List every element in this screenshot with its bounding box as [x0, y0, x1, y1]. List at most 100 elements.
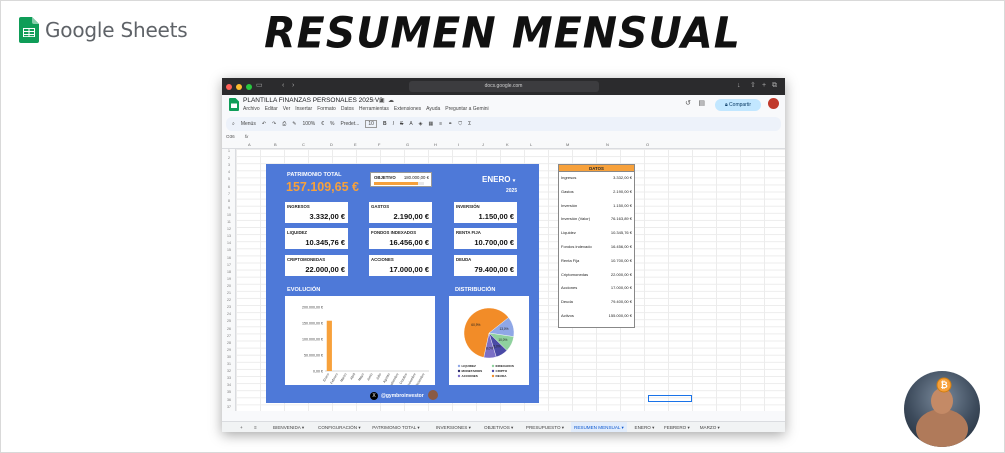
column-header[interactable]: G: [406, 141, 409, 149]
row-header[interactable]: 34: [222, 383, 236, 387]
row-header[interactable]: 32: [222, 369, 236, 373]
print-icon[interactable]: ⎙: [282, 121, 286, 127]
column-header[interactable]: E: [354, 141, 357, 149]
menu-item[interactable]: Extensiones: [394, 106, 421, 112]
percent-format-button[interactable]: %: [330, 121, 334, 127]
row-header[interactable]: 33: [222, 376, 236, 380]
column-header[interactable]: H: [434, 141, 437, 149]
close-window-icon[interactable]: [226, 83, 232, 90]
column-header[interactable]: I: [458, 141, 459, 149]
share-button[interactable]: 🔒︎ Compartir: [715, 99, 761, 111]
undo-icon[interactable]: ↶: [262, 121, 266, 127]
italic-icon[interactable]: I: [393, 121, 394, 127]
align-icon[interactable]: ≡: [439, 121, 442, 127]
maximize-window-icon[interactable]: [246, 83, 252, 90]
row-header[interactable]: 36: [222, 398, 236, 402]
row-header[interactable]: 6: [222, 185, 236, 189]
search-menus-icon[interactable]: ⌕: [232, 121, 235, 127]
sheet-tab[interactable]: PRESUPUESTO ▾: [523, 422, 567, 432]
menu-item[interactable]: Archivo: [243, 106, 260, 112]
menu-item[interactable]: Herramientas: [359, 106, 389, 112]
column-header[interactable]: F: [378, 141, 380, 149]
minimize-window-icon[interactable]: [236, 83, 242, 90]
sheet-tab[interactable]: BIENVENIDA ▾: [270, 422, 307, 432]
row-header[interactable]: 7: [222, 192, 236, 196]
sheet-tab[interactable]: PATRIMONIO TOTAL ▾: [369, 422, 422, 432]
redo-icon[interactable]: ↷: [272, 121, 276, 127]
row-header[interactable]: 21: [222, 291, 236, 295]
row-header[interactable]: 9: [222, 206, 236, 210]
text-color-icon[interactable]: A: [409, 121, 412, 127]
sheet-tab[interactable]: FEBRERO ▾: [661, 422, 693, 432]
column-header[interactable]: B: [274, 141, 277, 149]
sheet-tab[interactable]: INVERSIONES ▾: [433, 422, 474, 432]
sheet-tab[interactable]: RESUMEN MENSUAL ▾: [571, 422, 627, 432]
sheet-tab[interactable]: MARZO ▾: [697, 422, 723, 432]
zoom-select[interactable]: 100%: [302, 121, 315, 127]
row-header[interactable]: 13: [222, 234, 236, 238]
row-header[interactable]: 3: [222, 163, 236, 167]
row-header[interactable]: 17: [222, 263, 236, 267]
row-header[interactable]: 12: [222, 227, 236, 231]
add-sheet-icon[interactable]: +: [240, 422, 243, 432]
tabs-overview-icon[interactable]: ⧉: [772, 82, 777, 90]
all-sheets-icon[interactable]: ≡: [254, 422, 257, 432]
column-header[interactable]: C: [302, 141, 305, 149]
column-header[interactable]: D: [330, 141, 333, 149]
column-header[interactable]: M: [566, 141, 569, 149]
borders-icon[interactable]: ▦: [429, 121, 434, 127]
document-title[interactable]: PLANTILLA FINANZAS PERSONALES 2025 V3: [243, 97, 383, 104]
row-header[interactable]: 24: [222, 312, 236, 316]
row-header[interactable]: 20: [222, 284, 236, 288]
sheet-tab[interactable]: OBJETIVOS ▾: [481, 422, 516, 432]
new-tab-icon[interactable]: +: [762, 82, 766, 90]
link-icon[interactable]: ⚭: [448, 121, 452, 127]
folder-icon[interactable]: ▣: [379, 97, 385, 104]
column-header[interactable]: K: [506, 141, 509, 149]
row-header[interactable]: 18: [222, 270, 236, 274]
row-header[interactable]: 25: [222, 319, 236, 323]
menu-item[interactable]: Editar: [265, 106, 278, 112]
row-header[interactable]: 31: [222, 362, 236, 366]
row-header[interactable]: 15: [222, 248, 236, 252]
row-header[interactable]: 22: [222, 298, 236, 302]
history-icon[interactable]: ↺: [685, 99, 691, 107]
search-menus-label[interactable]: Menús: [241, 121, 256, 127]
month-selector[interactable]: ENERO ▾: [482, 175, 515, 184]
row-header[interactable]: 14: [222, 241, 236, 245]
paint-format-icon[interactable]: ✎: [292, 121, 296, 127]
font-size-input[interactable]: 10: [365, 120, 377, 128]
menu-item[interactable]: Ver: [283, 106, 291, 112]
row-header[interactable]: 23: [222, 305, 236, 309]
menu-item[interactable]: Formato: [317, 106, 336, 112]
selected-cell[interactable]: [648, 395, 692, 402]
account-avatar[interactable]: [768, 98, 779, 109]
forward-arrow-icon[interactable]: ›: [292, 82, 294, 90]
sheet-tab[interactable]: ENERO ▾: [632, 422, 658, 432]
bold-icon[interactable]: B: [383, 121, 387, 127]
row-header[interactable]: 29: [222, 348, 236, 352]
filter-icon[interactable]: ⛉: [458, 121, 462, 127]
row-header[interactable]: 8: [222, 199, 236, 203]
menu-item[interactable]: Datos: [341, 106, 354, 112]
column-header[interactable]: L: [530, 141, 532, 149]
cloud-icon[interactable]: ☁: [388, 97, 394, 104]
cell-grid[interactable]: PATRIMONIO TOTAL 157.109,65 € OBJETIVO 1…: [236, 149, 785, 411]
download-icon[interactable]: ↓: [737, 82, 741, 90]
address-bar[interactable]: docs.google.com: [408, 81, 599, 92]
column-header[interactable]: A: [248, 141, 251, 149]
row-header[interactable]: 10: [222, 213, 236, 217]
menu-item[interactable]: Ayuda: [426, 106, 440, 112]
comment-icon[interactable]: ▤: [698, 99, 705, 107]
row-header[interactable]: 35: [222, 390, 236, 394]
row-header[interactable]: 4: [222, 170, 236, 174]
fill-color-icon[interactable]: ◈: [419, 121, 423, 127]
menu-item[interactable]: Insertar: [295, 106, 312, 112]
row-header[interactable]: 37: [222, 405, 236, 409]
column-header[interactable]: J: [482, 141, 484, 149]
menu-item[interactable]: Preguntar a Gemini: [445, 106, 488, 112]
back-arrow-icon[interactable]: ‹: [282, 82, 284, 90]
row-header[interactable]: 30: [222, 355, 236, 359]
sheet-tab[interactable]: CONFIGURACIÓN ▾: [315, 422, 364, 432]
sidebar-toggle-icon[interactable]: ▭: [256, 82, 263, 90]
